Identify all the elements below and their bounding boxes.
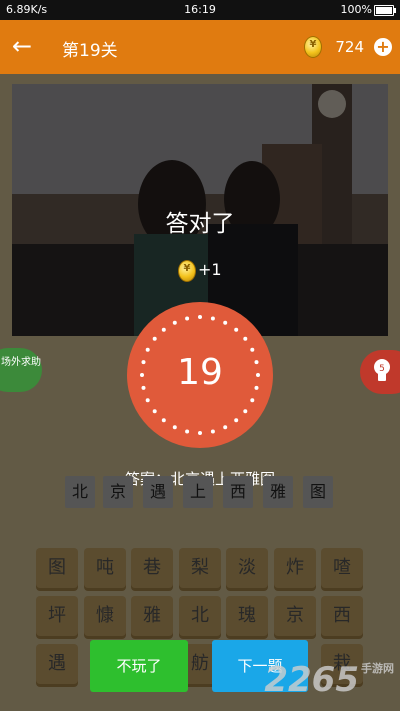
answer-slot[interactable]: 西 xyxy=(223,476,253,508)
ring-star xyxy=(152,409,157,414)
lightbulb-icon: 5 xyxy=(374,359,390,381)
ring-star xyxy=(152,336,157,341)
ring-star xyxy=(234,418,239,423)
level-number: 19 xyxy=(177,352,223,393)
ring-star xyxy=(210,429,215,434)
ring-star xyxy=(234,327,239,332)
ring-star xyxy=(172,425,177,430)
success-message: 答对了 xyxy=(165,211,235,237)
watermark-brand: 2265 xyxy=(264,660,359,700)
level-title: 第19关 xyxy=(62,41,118,61)
ring-star xyxy=(210,316,215,321)
add-coins-button[interactable]: + xyxy=(374,38,392,56)
watermark-logo: 2265 手游网 xyxy=(264,660,394,700)
ring-star xyxy=(223,425,228,430)
hint-button[interactable]: 5 xyxy=(360,350,400,394)
ring-star xyxy=(185,316,190,321)
battery-percent: 100% xyxy=(340,3,372,16)
level-badge: 19 xyxy=(127,302,273,448)
ring-star xyxy=(223,320,228,325)
back-arrow-icon[interactable]: ← xyxy=(12,34,32,58)
ring-star xyxy=(250,398,255,403)
outside-help-button[interactable]: 场外求助 xyxy=(0,348,42,392)
coin-icon xyxy=(304,36,322,58)
ring-star xyxy=(198,431,202,435)
answer-slot[interactable]: 京 xyxy=(103,476,133,508)
ring-star xyxy=(161,327,166,332)
ring-star xyxy=(172,320,177,325)
ring-star xyxy=(145,398,150,403)
quit-button[interactable]: 不玩了 xyxy=(90,640,188,692)
answer-slot[interactable]: 遇 xyxy=(143,476,173,508)
answer-slot[interactable]: 图 xyxy=(303,476,333,508)
ring-star xyxy=(185,429,190,434)
ring-star xyxy=(243,409,248,414)
battery-icon xyxy=(374,5,396,16)
reward-coin-icon xyxy=(178,260,196,282)
status-bar: 6.89K/s 16:19 100% xyxy=(0,0,400,20)
header-bar: ← 第19关 724 + xyxy=(0,20,400,74)
ring-star xyxy=(161,418,166,423)
reward-amount: +1 xyxy=(198,260,222,279)
ring-star xyxy=(243,336,248,341)
hint-count: 5 xyxy=(379,364,385,374)
answer-slot[interactable]: 上 xyxy=(183,476,213,508)
watermark-sub: 手游网 xyxy=(361,662,394,675)
coin-count: 724 xyxy=(335,38,364,56)
answer-slot[interactable]: 雅 xyxy=(263,476,293,508)
ring-star xyxy=(198,315,202,319)
answer-slot[interactable]: 北 xyxy=(65,476,95,508)
